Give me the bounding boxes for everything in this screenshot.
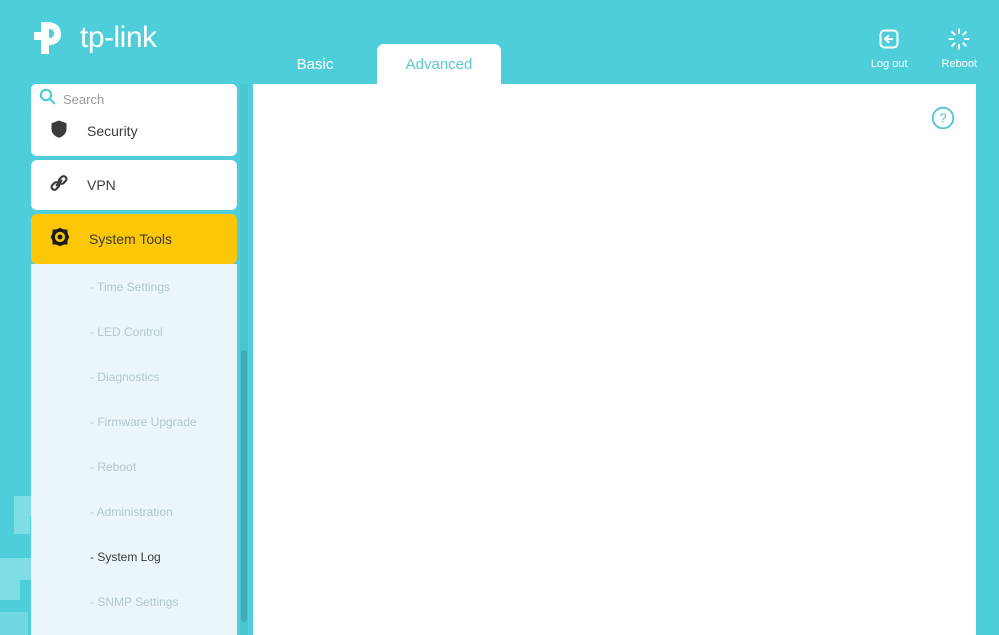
tab-basic[interactable]: Basic [253, 44, 377, 84]
tab-advanced[interactable]: Advanced [377, 44, 501, 84]
app-header: tp-link Basic Advanced Log out Reboot [0, 0, 999, 84]
reboot-label: Reboot [941, 58, 977, 70]
submenu-item-diagnostics[interactable]: - Diagnostics [31, 354, 237, 399]
help-circle-icon[interactable]: ? [931, 106, 955, 135]
submenu-item-led-control[interactable]: - LED Control [31, 309, 237, 354]
sidebar-item-label: System Tools [89, 231, 172, 247]
search-input[interactable] [63, 91, 223, 107]
submenu-item-administration[interactable]: - Administration [31, 489, 237, 534]
submenu-item-system-log[interactable]: - System Log [31, 534, 237, 579]
submenu-item-firmware-upgrade[interactable]: - Firmware Upgrade [31, 399, 237, 444]
shield-icon [49, 119, 69, 144]
link-chain-icon [49, 173, 69, 198]
reboot-icon [948, 28, 970, 55]
content-panel: ? [253, 84, 976, 635]
reboot-button[interactable]: Reboot [942, 28, 977, 70]
submenu-item-reboot[interactable]: - Reboot [31, 444, 237, 489]
gear-icon [49, 226, 71, 253]
brand-logo: tp-link [30, 16, 157, 60]
svg-text:?: ? [939, 111, 946, 126]
submenu-item-snmp-settings[interactable]: - SNMP Settings [31, 579, 237, 624]
header-actions: Log out Reboot [871, 28, 977, 70]
sidebar-scrollbar-thumb[interactable] [241, 350, 247, 622]
sidebar-menu: Security VPN System Tools - Time Setting… [0, 84, 253, 635]
sidebar-item-vpn[interactable]: VPN [31, 160, 237, 210]
sidebar: Security VPN System Tools - Time Setting… [0, 84, 253, 635]
brand-name: tp-link [80, 21, 157, 54]
logout-label: Log out [870, 58, 908, 70]
sidebar-item-system-tools[interactable]: System Tools [31, 214, 237, 264]
main-tabs: Basic Advanced [253, 44, 501, 84]
submenu-item-time-settings[interactable]: - Time Settings [31, 264, 237, 309]
sidebar-submenu: - Time Settings - LED Control - Diagnost… [31, 264, 237, 635]
sidebar-item-label: Security [87, 123, 138, 139]
logout-icon [878, 28, 900, 55]
sidebar-item-label: VPN [87, 177, 116, 193]
search-icon [39, 88, 56, 110]
tp-link-logo-icon [30, 16, 74, 60]
search-box[interactable] [31, 84, 237, 114]
logout-button[interactable]: Log out [871, 28, 908, 70]
